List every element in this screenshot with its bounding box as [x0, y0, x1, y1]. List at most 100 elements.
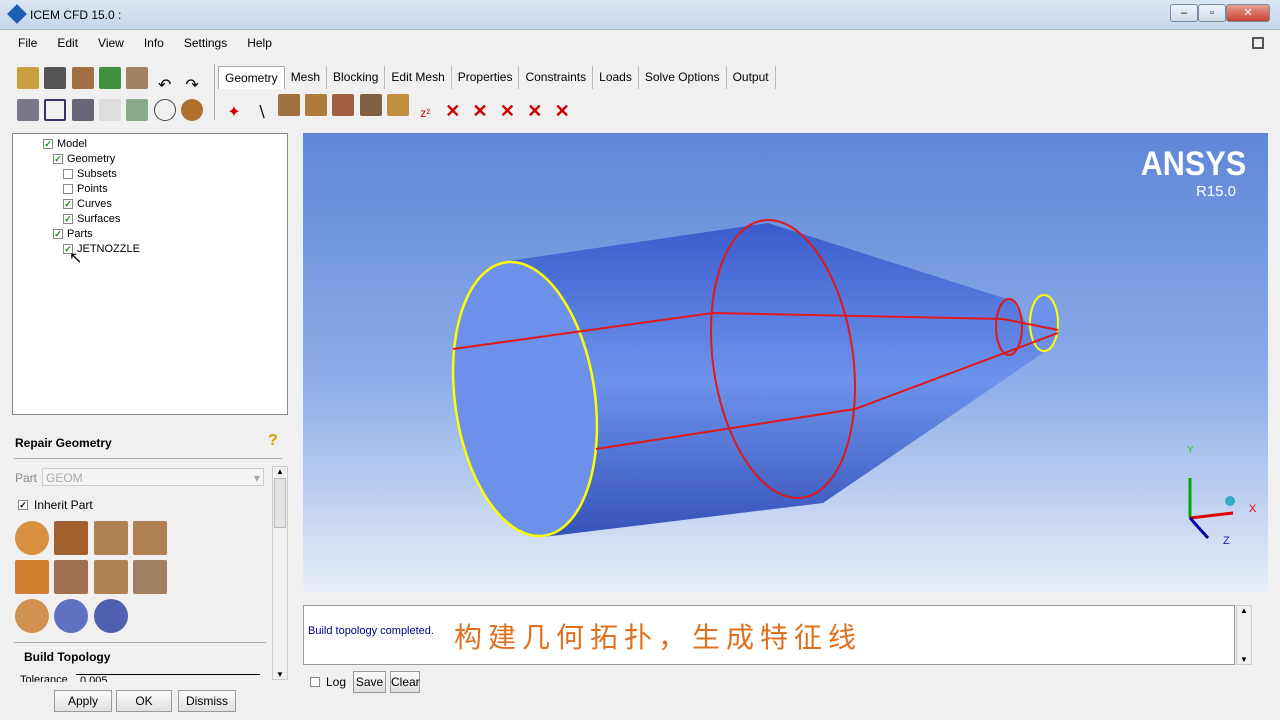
app-icon [7, 4, 27, 24]
checkbox[interactable]: ✓ [43, 139, 53, 149]
menu-info[interactable]: Info [134, 34, 174, 54]
build-topology-icon[interactable] [15, 521, 49, 555]
scroll-up-icon[interactable]: ▲ [1237, 606, 1251, 615]
scroll-thumb[interactable] [274, 478, 286, 528]
tab-mesh[interactable]: Mesh [285, 66, 328, 89]
refresh-icon[interactable] [126, 99, 149, 121]
restore-entities-icon[interactable]: zᶻ [414, 106, 436, 128]
menu-help[interactable]: Help [237, 34, 282, 54]
open-icon[interactable] [17, 67, 39, 89]
build-topology-heading: Build Topology [24, 650, 111, 664]
delete-body-icon[interactable]: ✕ [524, 101, 546, 123]
align-normals-icon[interactable] [133, 560, 168, 594]
fit-window-icon[interactable] [17, 99, 39, 121]
stitch-edges-icon[interactable] [15, 560, 49, 594]
measure-icon[interactable] [71, 99, 94, 121]
repair-geometry-icon[interactable] [359, 94, 382, 116]
redo-icon[interactable]: ↷ [181, 75, 203, 97]
create-body-icon[interactable] [305, 94, 328, 116]
find-holes-icon[interactable] [15, 599, 49, 633]
mesh-open-icon[interactable] [99, 67, 122, 89]
save-log-button[interactable]: Save [353, 671, 386, 693]
tree-geometry[interactable]: ✓ Geometry [53, 153, 115, 165]
transform-icon[interactable] [387, 94, 410, 116]
ok-button[interactable]: OK [116, 690, 172, 712]
tree-subsets[interactable]: Subsets [63, 168, 117, 180]
checkbox[interactable] [310, 677, 320, 687]
tree-curves[interactable]: ✓ Curves [63, 198, 112, 210]
close-button[interactable]: ✕ [1226, 4, 1270, 22]
checkbox[interactable]: ✓ [53, 229, 63, 239]
tree-surfaces[interactable]: ✓ Surfaces [63, 213, 120, 225]
graphics-viewport[interactable]: ANSYS R15.0 Y X Z [303, 133, 1268, 593]
divider [14, 642, 266, 643]
dismiss-button[interactable]: Dismiss [178, 690, 236, 712]
tree-label: Geometry [67, 153, 116, 165]
close-holes-icon[interactable] [93, 521, 128, 555]
apply-button[interactable]: Apply [54, 690, 112, 712]
zoom-box-icon[interactable] [44, 99, 67, 121]
delete-curve-icon[interactable]: ✕ [469, 101, 491, 123]
tab-blocking[interactable]: Blocking [327, 66, 386, 89]
scroll-down-icon[interactable]: ▼ [1237, 655, 1251, 664]
panel-title: Repair Geometry [15, 436, 112, 450]
checkbox[interactable]: ✓ [63, 199, 73, 209]
menu-settings[interactable]: Settings [174, 34, 237, 54]
check-geometry-icon[interactable] [54, 521, 89, 555]
checkbox[interactable]: ✓ [63, 214, 73, 224]
tab-solve-options[interactable]: Solve Options [639, 66, 727, 89]
message-scrollbar[interactable]: ▲ ▼ [1236, 605, 1252, 665]
remove-holes-icon[interactable] [133, 521, 168, 555]
tab-output[interactable]: Output [727, 66, 776, 89]
solid-icon[interactable] [181, 99, 204, 121]
tab-loads[interactable]: Loads [593, 66, 639, 89]
checkbox[interactable]: ✓ [18, 500, 28, 510]
checkbox[interactable] [63, 169, 73, 179]
blocking-open-icon[interactable] [126, 67, 149, 89]
symmetry-detect-icon[interactable] [93, 599, 128, 633]
log-label: Log [326, 675, 347, 689]
tolerance-input[interactable]: 0.005 [76, 674, 260, 682]
feature-detect-icon[interactable] [54, 599, 89, 633]
split-folded-icon[interactable] [54, 560, 89, 594]
create-point-icon[interactable]: ✦ [223, 102, 245, 124]
menu-file[interactable]: File [8, 34, 47, 54]
undo-icon[interactable]: ↶ [154, 75, 176, 97]
axis-x-label: X [1249, 503, 1257, 515]
delete-any-icon[interactable]: ✕ [551, 101, 573, 123]
inherit-part-checkbox[interactable]: ✓ Inherit Part [18, 498, 93, 512]
restore-panel-icon[interactable] [1252, 37, 1264, 49]
tree-parts[interactable]: ✓ Parts [53, 228, 93, 240]
help-icon[interactable]: ? [268, 432, 278, 450]
checkbox[interactable]: ✓ [53, 154, 63, 164]
adjust-thickness-icon[interactable] [93, 560, 128, 594]
menu-view[interactable]: View [88, 34, 134, 54]
create-surface-icon[interactable] [277, 94, 300, 116]
clear-log-button[interactable]: Clear [390, 671, 420, 693]
checkbox[interactable] [63, 184, 73, 194]
delete-point-icon[interactable]: ✕ [442, 101, 464, 123]
part-select[interactable]: GEOM ▾ [42, 468, 264, 486]
model-tree: ✓ Model ✓ Geometry Subsets Points ✓ Curves … [12, 133, 288, 415]
tree-points[interactable]: Points [63, 183, 108, 195]
panel-scrollbar[interactable]: ▲ ▼ [272, 466, 288, 680]
log-checkbox[interactable]: Log [310, 675, 346, 689]
create-midsurface-icon[interactable] [332, 94, 355, 116]
tab-properties[interactable]: Properties [452, 66, 520, 89]
scroll-up-icon[interactable]: ▲ [273, 467, 287, 476]
maximize-button[interactable]: ▫ [1198, 4, 1226, 22]
tree-model[interactable]: ✓ Model [43, 138, 87, 150]
wireframe-icon[interactable] [153, 99, 176, 121]
scroll-down-icon[interactable]: ▼ [273, 670, 287, 679]
menu-edit[interactable]: Edit [47, 34, 88, 54]
lcs-icon[interactable] [99, 99, 122, 121]
tab-geometry[interactable]: Geometry [218, 66, 285, 89]
geometry-open-icon[interactable] [71, 67, 94, 89]
delete-surface-icon[interactable]: ✕ [496, 101, 518, 123]
toolbar-divider [214, 64, 215, 120]
create-curve-icon[interactable]: ∖ [250, 102, 272, 124]
tab-edit-mesh[interactable]: Edit Mesh [385, 66, 452, 89]
minimize-button[interactable]: – [1170, 4, 1198, 22]
save-icon[interactable] [44, 67, 67, 89]
tab-constraints[interactable]: Constraints [519, 66, 594, 89]
